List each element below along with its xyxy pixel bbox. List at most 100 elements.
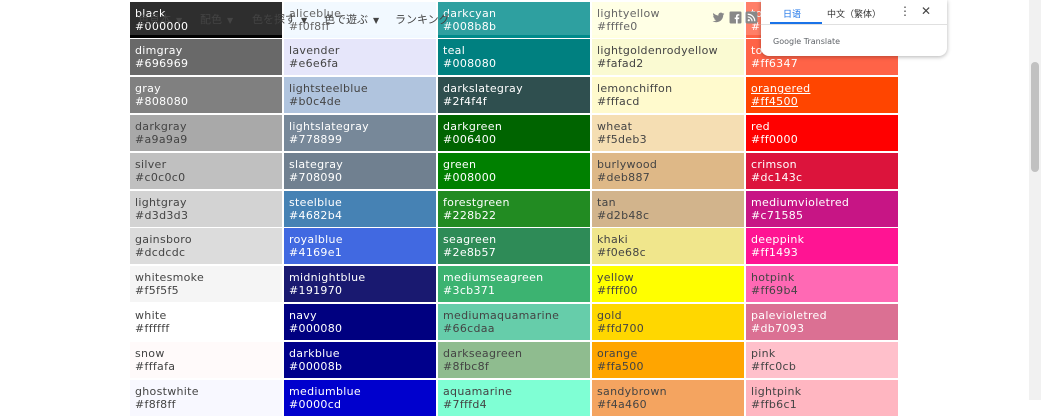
color-swatch[interactable]: navy #000080	[284, 303, 436, 340]
color-swatch[interactable]: snow #fffafa	[130, 341, 282, 378]
tab-target-language[interactable]: 中文（繁体）	[827, 7, 881, 20]
color-swatch[interactable]: aquamarine #7fffd4	[438, 379, 590, 416]
color-swatch[interactable]: whitesmoke #f5f5f5	[130, 266, 282, 303]
color-swatch[interactable]: deeppink #ff1493	[746, 228, 898, 265]
color-swatch[interactable]: mediumblue #0000cd	[284, 379, 436, 416]
color-swatch[interactable]: mediumseagreen #3cb371	[438, 266, 590, 303]
nav-label: 色を探す	[252, 13, 296, 26]
color-swatch[interactable]: mediumvioletred #c71585	[746, 190, 898, 227]
color-swatch[interactable]: lightslategray #778899	[284, 114, 436, 151]
scrollbar-thumb[interactable]	[1031, 62, 1039, 172]
color-swatch[interactable]: tan #d2b48c	[592, 190, 744, 227]
color-name: wheat	[597, 119, 633, 133]
color-hex: #c71585	[751, 208, 804, 222]
color-swatch[interactable]: midnightblue #191970	[284, 266, 436, 303]
color-hex: #ff4500	[751, 95, 799, 109]
color-swatch[interactable]: lightpink #ffb6c1	[746, 379, 898, 416]
color-swatch[interactable]: orange #ffa500	[592, 341, 744, 378]
color-name: mediumseagreen	[443, 271, 544, 285]
color-swatch[interactable]: silver #c0c0c0	[130, 152, 282, 189]
color-name: navy	[289, 308, 317, 322]
twitter-icon[interactable]	[712, 11, 725, 24]
color-swatch[interactable]: hotpink #ff69b4	[746, 266, 898, 303]
color-swatch[interactable]: gainsboro #dcdcdc	[130, 228, 282, 265]
color-name: aquamarine	[443, 384, 513, 398]
color-name: whitesmoke	[135, 271, 205, 285]
color-hex: #e6e6fa	[289, 57, 339, 71]
color-name: crimson	[751, 157, 797, 171]
color-swatch[interactable]: darkblue #00008b	[284, 341, 436, 378]
color-swatch[interactable]: lightsteelblue #b0c4de	[284, 77, 436, 114]
color-swatch[interactable]: teal #008080	[438, 39, 590, 76]
color-swatch[interactable]: royalblue #4169e1	[284, 228, 436, 265]
color-swatch[interactable]: dimgray #696969	[130, 39, 282, 76]
color-swatch[interactable]: orangered #ff4500	[746, 77, 898, 114]
color-swatch[interactable]: darkseagreen #8fbc8f	[438, 341, 590, 378]
color-hex: #00008b	[289, 359, 343, 373]
color-swatch[interactable]: darkslategray #2f4f4f	[438, 77, 590, 114]
chevron-down-icon: ▼	[176, 15, 183, 25]
color-name: midnightblue	[289, 271, 366, 285]
color-swatch[interactable]: burlywood #deb887	[592, 152, 744, 189]
color-swatch[interactable]: gray #808080	[130, 77, 282, 114]
color-swatch[interactable]: palevioletred #db7093	[746, 303, 898, 340]
color-swatch[interactable]: lightgoldenrodyellow #fafad2	[592, 39, 744, 76]
color-hex: #c0c0c0	[135, 170, 186, 184]
nav-find-color[interactable]: 色を探す ▼	[252, 11, 307, 27]
color-name: silver	[135, 157, 167, 171]
color-name: lightsteelblue	[289, 82, 368, 96]
color-hex: #008080	[443, 57, 497, 71]
color-hex: #8fbc8f	[443, 359, 490, 373]
color-swatch[interactable]: khaki #f0e68c	[592, 228, 744, 265]
color-name: lightgoldenrodyellow	[597, 44, 718, 58]
color-hex: #000080	[289, 321, 343, 335]
more-options-icon[interactable]: ⋮	[899, 4, 911, 18]
color-hex: #d2b48c	[597, 208, 650, 222]
nav-color-scheme[interactable]: 配色 ▼	[200, 11, 233, 27]
color-hex: #ffb6c1	[751, 397, 798, 411]
nav-color-samples[interactable]: 色見本 ▼	[138, 11, 182, 27]
translate-popup: 日语 中文（繁体） ⋮ ✕ Google Translate	[761, 0, 947, 56]
color-hex: #f0e68c	[597, 246, 647, 260]
color-swatch[interactable]: forestgreen #228b22	[438, 190, 590, 227]
color-swatch[interactable]: darkgreen #006400	[438, 114, 590, 151]
close-icon[interactable]: ✕	[921, 4, 931, 18]
vertical-scrollbar[interactable]	[1029, 0, 1041, 400]
color-name: deeppink	[751, 233, 805, 247]
color-swatch[interactable]: green #008000	[438, 152, 590, 189]
color-swatch[interactable]: seagreen #2e8b57	[438, 228, 590, 265]
color-swatch[interactable]: mediumaquamarine #66cdaa	[438, 303, 590, 340]
color-swatch[interactable]: pink #ffc0cb	[746, 341, 898, 378]
color-swatch[interactable]: lemonchiffon #fffacd	[592, 77, 744, 114]
color-swatch[interactable]: lightgray #d3d3d3	[130, 190, 282, 227]
color-swatch[interactable]: crimson #dc143c	[746, 152, 898, 189]
color-swatch[interactable]: slategray #708090	[284, 152, 436, 189]
tab-source-language[interactable]: 日语	[783, 7, 801, 20]
color-swatch[interactable]: ghostwhite #f8f8ff	[130, 379, 282, 416]
color-hex: #fffafa	[135, 359, 176, 373]
color-swatch[interactable]: white #ffffff	[130, 303, 282, 340]
rss-icon[interactable]	[745, 11, 758, 24]
color-swatch[interactable]: wheat #f5deb3	[592, 114, 744, 151]
chevron-down-icon: ▼	[227, 15, 234, 25]
nav-label: 配色	[200, 13, 222, 26]
color-swatch[interactable]: gold #ffd700	[592, 303, 744, 340]
color-hex: #d3d3d3	[135, 208, 189, 222]
color-swatch[interactable]: sandybrown #f4a460	[592, 379, 744, 416]
color-hex: #dcdcdc	[135, 246, 186, 260]
color-name: gainsboro	[135, 233, 192, 247]
nav-play-with-color[interactable]: 色で遊ぶ ▼	[324, 11, 379, 27]
color-hex: #f8f8ff	[135, 397, 176, 411]
color-swatch[interactable]: steelblue #4682b4	[284, 190, 436, 227]
nav-ranking[interactable]: ランキング	[395, 11, 450, 27]
color-name: darkgreen	[443, 119, 503, 133]
color-name: mediumaquamarine	[443, 308, 560, 322]
facebook-icon[interactable]	[729, 11, 742, 24]
color-swatch[interactable]: red #ff0000	[746, 114, 898, 151]
color-hex: #006400	[443, 132, 497, 146]
color-swatch[interactable]: darkgray #a9a9a9	[130, 114, 282, 151]
color-hex: #191970	[289, 284, 343, 298]
translate-brand: Google Translate	[773, 37, 841, 46]
color-swatch[interactable]: lavender #e6e6fa	[284, 39, 436, 76]
color-swatch[interactable]: yellow #ffff00	[592, 266, 744, 303]
